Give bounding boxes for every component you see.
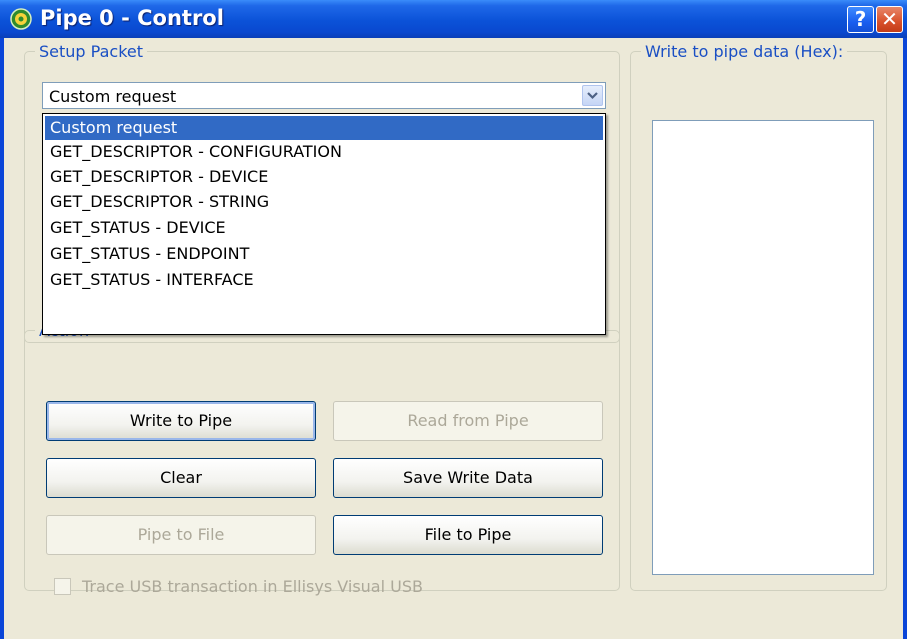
setup-packet-legend: Setup Packet [35, 42, 147, 61]
setup-packet-dropdown-list: Custom request GET_DESCRIPTOR - CONFIGUR… [42, 113, 606, 335]
setup-packet-select[interactable]: Custom request [42, 82, 606, 109]
title-bar[interactable]: Pipe 0 - Control ? ✕ [0, 0, 907, 38]
write-data-legend: Write to pipe data (Hex): [641, 42, 848, 61]
pipe-to-file-button[interactable]: Pipe to File [46, 515, 316, 555]
close-button[interactable]: ✕ [876, 6, 903, 33]
dropdown-option[interactable]: GET_STATUS - ENDPOINT [45, 242, 603, 266]
dropdown-option[interactable]: GET_DESCRIPTOR - STRING [45, 190, 603, 214]
write-to-pipe-button[interactable]: Write to Pipe [46, 401, 316, 441]
dropdown-option[interactable]: Custom request [45, 116, 603, 140]
help-button[interactable]: ? [847, 6, 874, 33]
hex-data-textarea[interactable] [652, 120, 874, 575]
dropdown-option[interactable]: GET_DESCRIPTOR - DEVICE [45, 165, 603, 189]
trace-checkbox[interactable] [54, 578, 71, 595]
dropdown-option[interactable]: GET_DESCRIPTOR - CONFIGURATION [45, 140, 603, 164]
window-title: Pipe 0 - Control [40, 6, 224, 30]
gear-icon [10, 8, 32, 30]
file-to-pipe-button[interactable]: File to Pipe [333, 515, 603, 555]
dropdown-option[interactable]: GET_STATUS - DEVICE [45, 216, 603, 240]
setup-packet-selected-value: Custom request [49, 87, 177, 106]
save-write-data-button[interactable]: Save Write Data [333, 458, 603, 498]
dropdown-button[interactable] [582, 85, 603, 106]
dropdown-option[interactable]: GET_STATUS - INTERFACE [45, 268, 603, 292]
read-from-pipe-button[interactable]: Read from Pipe [333, 401, 603, 441]
trace-checkbox-label: Trace USB transaction in Ellisys Visual … [82, 577, 423, 596]
clear-button[interactable]: Clear [46, 458, 316, 498]
chevron-down-icon [587, 92, 598, 100]
pipe-control-window: Pipe 0 - Control ? ✕ Setup Packet Action… [0, 0, 907, 639]
